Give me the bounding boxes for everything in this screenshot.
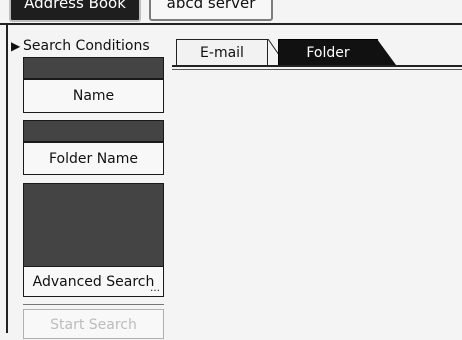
- advanced-search-button[interactable]: Advanced Search …: [23, 266, 164, 297]
- folder-name-button[interactable]: Folder Name: [23, 142, 164, 175]
- advanced-search-value-field[interactable]: [23, 183, 164, 267]
- tab-folder[interactable]: Folder: [278, 39, 378, 65]
- start-search-button[interactable]: Start Search: [23, 309, 164, 339]
- top-divider: [0, 23, 462, 25]
- name-button-label: Name: [72, 88, 115, 104]
- tab-address-book-label: Address Book: [24, 0, 126, 12]
- start-search-divider: [23, 304, 164, 305]
- more-icon: …: [150, 283, 160, 294]
- search-conditions-label: Search Conditions: [23, 38, 150, 54]
- tab-email[interactable]: E-mail: [176, 39, 268, 65]
- left-border: [6, 24, 8, 333]
- tab-server[interactable]: abcd server: [149, 0, 273, 21]
- folder-name-button-label: Folder Name: [48, 151, 139, 167]
- tab-folder-slant: [377, 39, 396, 65]
- tab-folder-label: Folder: [306, 45, 350, 61]
- top-tab-bar: Address Book abcd server: [0, 0, 462, 24]
- triangle-right-icon: ▶: [11, 39, 21, 53]
- tab-server-label: abcd server: [166, 0, 256, 12]
- tab-address-book[interactable]: Address Book: [9, 0, 141, 22]
- name-value-field[interactable]: [23, 57, 164, 79]
- tab-divider-lower: [172, 69, 462, 70]
- advanced-search-button-label: Advanced Search: [32, 274, 155, 290]
- tab-divider: [172, 65, 462, 67]
- start-search-button-label: Start Search: [50, 317, 137, 333]
- folder-name-value-field[interactable]: [23, 120, 164, 142]
- tab-email-label: E-mail: [200, 45, 244, 61]
- name-button[interactable]: Name: [23, 79, 164, 113]
- search-conditions-header: ▶ Search Conditions: [11, 37, 171, 55]
